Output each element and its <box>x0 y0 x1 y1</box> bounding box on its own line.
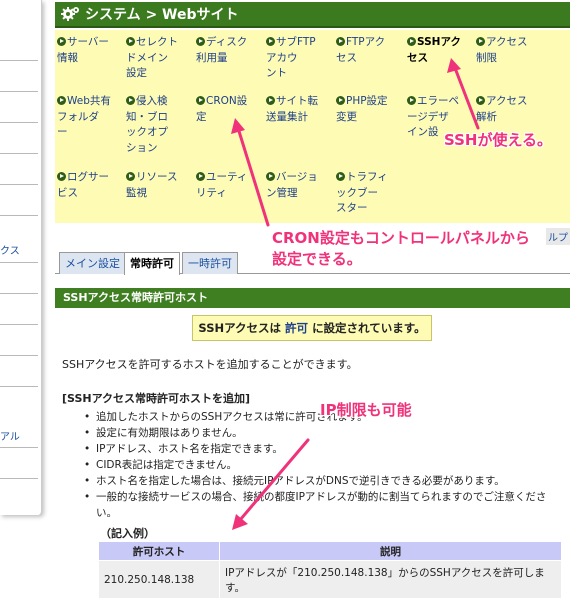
status-suffix: に設定されています。 <box>312 321 426 335</box>
arrow-bullet-icon <box>57 96 66 105</box>
list-item: CIDR表記は指定できません。 <box>84 457 564 473</box>
sidebar-divider <box>0 91 38 92</box>
menu-item[interactable]: サブFTP アカウ ント <box>266 35 336 82</box>
table-cell-host: 210.250.148.138 <box>98 560 220 599</box>
arrow-bullet-icon <box>196 96 205 105</box>
arrow-bullet-icon <box>407 37 416 46</box>
arrow-bullet-icon <box>336 172 345 181</box>
intro-text: SSHアクセスを許可するホストを追加することができます。 <box>62 358 358 371</box>
menu-item[interactable]: SSHアク セス <box>407 35 477 66</box>
menu-item[interactable]: ログサー ビス <box>57 170 127 201</box>
sidebar-divider <box>0 478 38 479</box>
menu-item[interactable]: Web共有 フォルダー <box>57 94 127 141</box>
annotation-cron-line1: CRON設定もコントロールパネルから <box>272 229 530 247</box>
tab-temporary-allow[interactable]: 一時許可 <box>182 252 238 274</box>
tab-always-allow[interactable]: 常時許可 <box>124 252 180 275</box>
menu-item[interactable]: 侵入検 知・ブロ ックオプ ション <box>126 94 196 156</box>
sidebar-item-label[interactable]: アル <box>0 428 20 443</box>
column-header: 説明 <box>219 541 562 561</box>
annotation-ssh: SSHが使える。 <box>444 131 553 149</box>
menu-item[interactable]: アクセス 制限 <box>476 35 546 66</box>
menu-item[interactable]: アクセス 解析 <box>476 94 546 125</box>
arrow-bullet-icon <box>126 172 135 181</box>
list-item: 一般的な接続サービスの場合、接続の都度IPアドレスが動的に割当てられますのでご注… <box>84 489 564 521</box>
tab-main-settings[interactable]: メイン設定 <box>59 252 126 274</box>
gear-icon <box>61 5 81 23</box>
left-sidebar-panel: クス アル <box>0 0 42 515</box>
arrow-bullet-icon <box>266 172 275 181</box>
table-cell-description: IPアドレスが「210.250.148.138」からのSSHアクセスを許可します… <box>219 560 562 599</box>
menu-item[interactable]: セレクト ドメイン 設定 <box>126 35 196 82</box>
sidebar-divider <box>0 355 38 356</box>
arrow-bullet-icon <box>336 37 345 46</box>
menu-item[interactable]: リソース 監視 <box>126 170 196 201</box>
section-title: SSHアクセス常時許可ホスト <box>55 288 570 308</box>
menu-item[interactable]: サイト転 送量集計 <box>266 94 336 125</box>
arrow-bullet-icon <box>126 96 135 105</box>
sidebar-divider <box>0 60 38 61</box>
arrow-bullet-icon <box>196 172 205 181</box>
arrow-bullet-icon <box>266 37 275 46</box>
menu-item[interactable]: トラフィ ックブー スター <box>336 170 406 217</box>
sidebar-divider <box>0 293 38 294</box>
add-heading: [SSHアクセス常時許可ホストを追加] <box>62 392 251 405</box>
menu-item[interactable]: ユーティ リティ <box>196 170 266 201</box>
menu-item[interactable]: バージョ ン管理 <box>266 170 336 201</box>
rules-list: 追加したホストからのSSHアクセスは常に許可されます。 設定に有効期限はありませ… <box>84 409 564 521</box>
menu-item[interactable]: サーバー 情報 <box>57 35 127 66</box>
sidebar-divider <box>0 153 38 154</box>
page-header: システム > Webサイト <box>55 2 570 28</box>
help-link[interactable]: ルプ <box>546 228 570 245</box>
menu-item[interactable]: FTPアク セス <box>336 35 406 66</box>
menu-grid: サーバー 情報 セレクト ドメイン 設定 ディスク 利用量 サブFTP アカウ ント FTPアク セス… <box>55 30 570 223</box>
example-label: （記入例） <box>100 527 155 540</box>
list-item: ホスト名を指定した場合は、接続元IPアドレスがDNSで逆引きできる必要があります… <box>84 473 564 489</box>
status-value: 許可 <box>285 321 309 335</box>
arrow-bullet-icon <box>407 96 416 105</box>
sidebar-divider <box>0 324 38 325</box>
status-box: SSHアクセスは 許可 に設定されています。 <box>192 315 432 341</box>
menu-item[interactable]: ディスク 利用量 <box>196 35 266 66</box>
arrow-bullet-icon <box>266 96 275 105</box>
list-item: 設定に有効期限はありません。 <box>84 425 564 441</box>
menu-item[interactable]: CRON設定 <box>196 94 266 125</box>
arrow-bullet-icon <box>57 172 66 181</box>
sidebar-divider <box>0 215 38 216</box>
sidebar-divider <box>0 447 38 448</box>
sidebar-divider <box>0 262 38 263</box>
arrow-bullet-icon <box>57 37 66 46</box>
arrow-bullet-icon <box>336 96 345 105</box>
arrow-bullet-icon <box>476 37 485 46</box>
arrow-bullet-icon <box>196 37 205 46</box>
status-prefix: SSHアクセスは <box>198 321 282 335</box>
annotation-ip: IP制限も可能 <box>320 401 412 419</box>
menu-item[interactable]: PHP設定 変更 <box>336 94 406 125</box>
list-item: IPアドレス、ホスト名を指定できます。 <box>84 441 564 457</box>
example-table: 許可ホスト 説明 210.250.148.138 IPアドレスが「210.250… <box>98 541 562 599</box>
table-row: 210.250.148.138 IPアドレスが「210.250.148.138」… <box>98 560 562 599</box>
sidebar-divider <box>0 386 38 387</box>
arrow-bullet-icon <box>126 37 135 46</box>
sidebar-divider <box>0 122 38 123</box>
column-header: 許可ホスト <box>98 541 220 561</box>
annotation-cron-line2: 設定できる。 <box>272 250 362 268</box>
page-title: システム > Webサイト <box>85 7 239 23</box>
arrow-bullet-icon <box>476 96 485 105</box>
sidebar-divider <box>0 184 38 185</box>
sidebar-item-label[interactable]: クス <box>0 242 20 257</box>
